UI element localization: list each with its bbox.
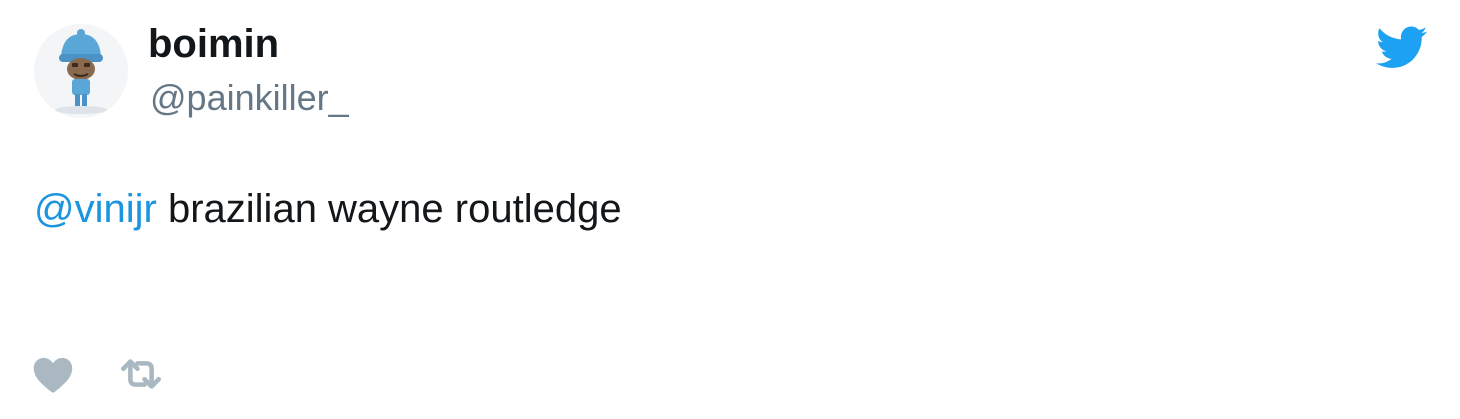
- tweet-body: brazilian wayne routledge: [167, 187, 622, 231]
- mention-link[interactable]: @vinijr: [34, 187, 157, 231]
- display-name[interactable]: boimin: [148, 20, 279, 68]
- tweet-text: @vinijr brazilian wayne routledge: [34, 184, 622, 234]
- heart-icon[interactable]: [32, 354, 74, 394]
- user-handle[interactable]: @painkiller_: [150, 76, 349, 120]
- avatar[interactable]: [34, 24, 128, 118]
- tweet-card: boimin @painkiller_ @vinijr brazilian wa…: [0, 0, 1460, 419]
- retweet-icon[interactable]: [118, 354, 164, 394]
- twitter-bird-icon[interactable]: [1376, 26, 1428, 70]
- pocoyo-avatar-icon: [34, 24, 128, 118]
